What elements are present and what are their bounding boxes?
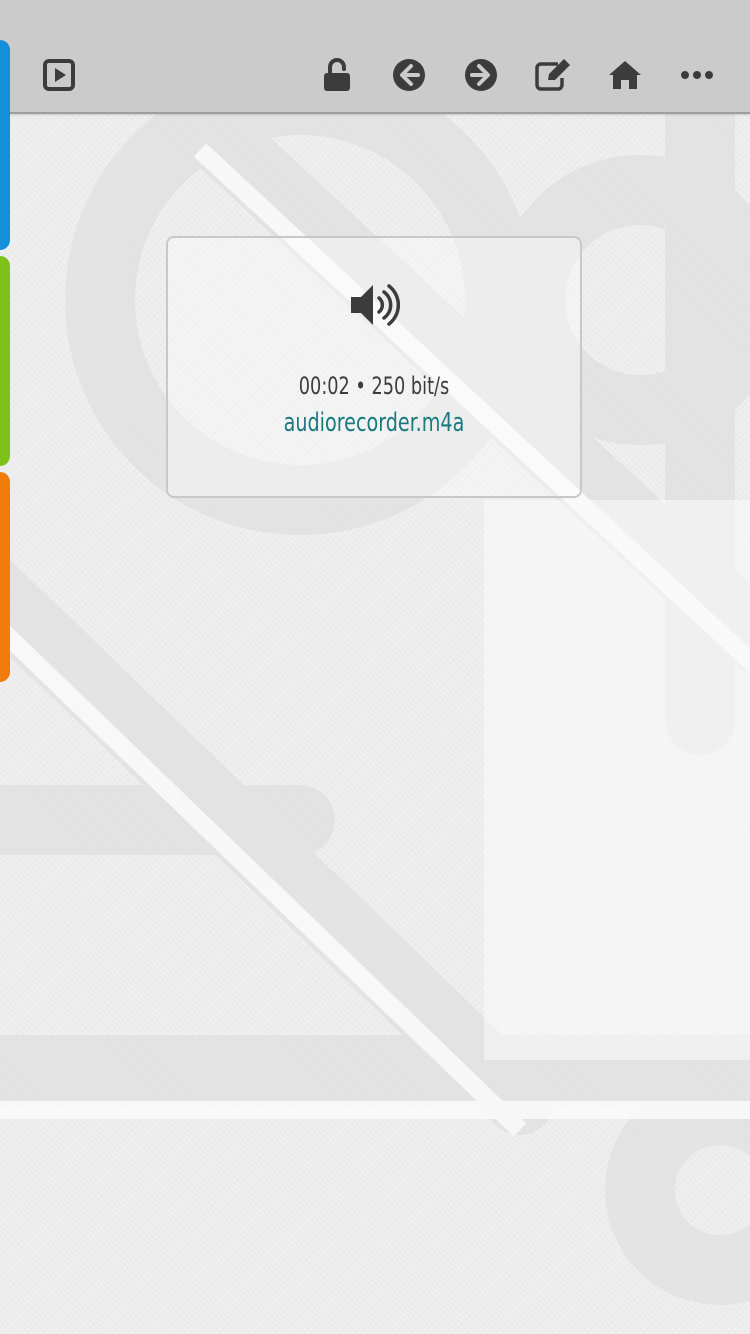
edit-icon[interactable]	[530, 52, 576, 98]
unlock-icon[interactable]	[314, 52, 360, 98]
status-bar	[0, 0, 750, 38]
toolbar	[0, 38, 750, 114]
audio-meta-text: 00:02 • 250 bit/s	[298, 372, 450, 400]
audio-attachment-card[interactable]: 00:02 • 250 bit/s audiorecorder.m4a	[166, 236, 582, 498]
more-icon[interactable]	[674, 52, 720, 98]
audio-filename-link[interactable]: audiorecorder.m4a	[205, 408, 543, 438]
home-icon[interactable]	[602, 52, 648, 98]
play-square-icon[interactable]	[36, 52, 82, 98]
arrow-left-circle-icon[interactable]	[386, 52, 432, 98]
side-tab-blue[interactable]	[0, 40, 10, 250]
arrow-right-circle-icon[interactable]	[458, 52, 504, 98]
speaker-icon[interactable]	[349, 282, 403, 328]
textured-background	[0, 0, 750, 1334]
side-tab-orange[interactable]	[0, 472, 10, 682]
side-tab-green[interactable]	[0, 256, 10, 466]
background-pattern	[0, 65, 750, 1305]
